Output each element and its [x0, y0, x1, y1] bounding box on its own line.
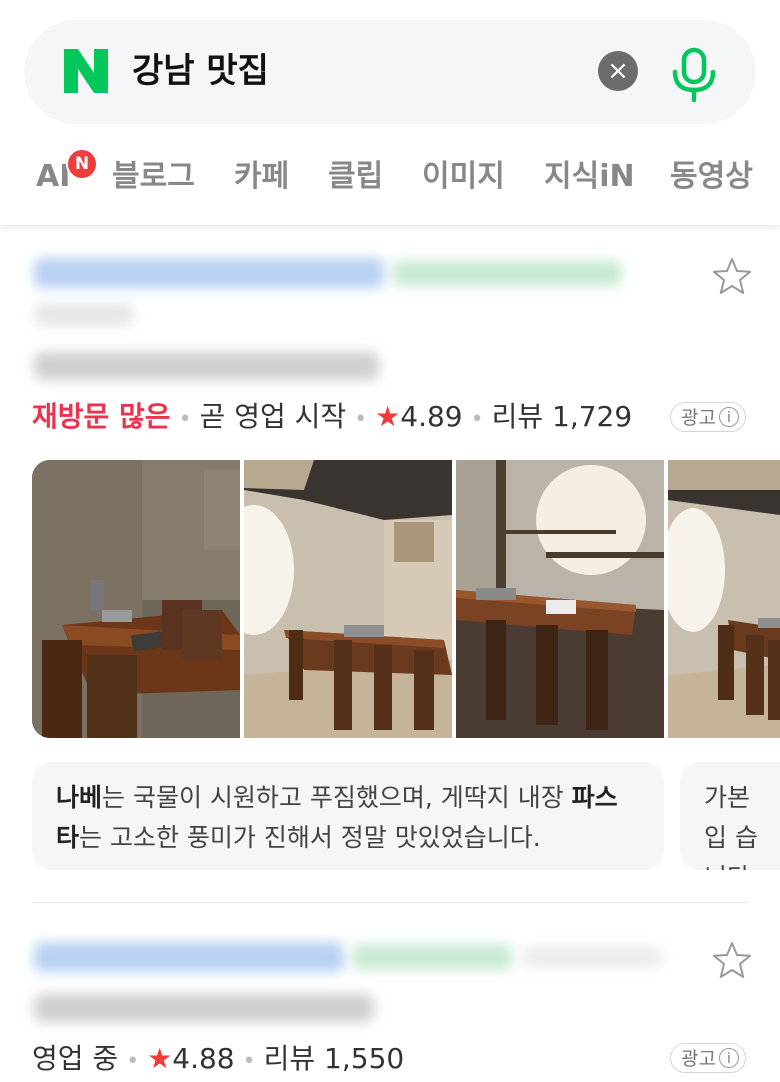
revisit-label: 재방문 많은 — [32, 400, 171, 433]
search-header: 강남 맛집 × AI N 블로그 카페 클립 이미지 지식iN 동영상 — [0, 0, 780, 225]
rating-star-icon: ★ — [375, 400, 401, 433]
business-status: 곧 영업 시작 — [199, 400, 347, 433]
restaurant-photo-1[interactable] — [32, 460, 240, 738]
info-icon: i — [719, 407, 739, 427]
review-count: 1,729 — [552, 400, 633, 433]
place-address-blurred — [34, 994, 374, 1022]
restaurant-photo-3[interactable] — [456, 460, 664, 738]
snippet-text-1: 는 국물이 시원하고 푸짐했으며, 게딱지 내장 — [102, 783, 572, 812]
business-status: 영업 중 — [32, 1042, 119, 1075]
place-tags-blurred — [352, 944, 512, 970]
tab-kin[interactable]: 지식iN — [544, 157, 635, 197]
rating-value: 4.89 — [400, 400, 463, 433]
tab-clip[interactable]: 클립 — [328, 157, 383, 197]
review-label: 리뷰 — [491, 400, 544, 433]
place-category-blurred — [34, 304, 134, 326]
ad-label: 광고 — [681, 1048, 716, 1070]
tab-cafe[interactable]: 카페 — [234, 157, 289, 197]
snippet-text-3: 가본 입 습니다 — [704, 783, 758, 870]
place-title-blurred[interactable] — [34, 258, 384, 288]
place-address-blurred — [34, 352, 379, 380]
snippet-keyword-1: 나베 — [56, 783, 103, 812]
place-category-blurred — [522, 946, 662, 968]
place-meta-row: 영업 중 • ★4.88 • 리뷰 1,550 — [32, 1042, 405, 1075]
review-count: 1,550 — [324, 1042, 405, 1075]
restaurant-photo-4[interactable] — [668, 460, 780, 738]
ad-label: 광고 — [681, 407, 716, 429]
result-divider — [32, 902, 748, 903]
info-icon: i — [719, 1048, 739, 1068]
review-label: 리뷰 — [263, 1042, 316, 1075]
search-input[interactable]: 강남 맛집 — [132, 47, 269, 95]
microphone-icon[interactable] — [664, 44, 724, 104]
tab-blog[interactable]: 블로그 — [112, 157, 195, 197]
tab-video[interactable]: 동영상 — [670, 157, 753, 197]
review-snippet-1[interactable]: 나베는 국물이 시원하고 푸짐했으며, 게딱지 내장 파스타는 고소한 풍미가 … — [32, 762, 664, 870]
snippet-text-2: 는 고소한 풍미가 진해서 정말 맛있었습니다. — [79, 823, 541, 852]
naver-logo-icon[interactable] — [64, 49, 108, 93]
bookmark-star-icon[interactable] — [712, 256, 752, 296]
ad-badge[interactable]: 광고 i — [670, 402, 746, 432]
rating-value: 4.88 — [172, 1042, 235, 1075]
search-bar[interactable]: 강남 맛집 × — [24, 20, 756, 124]
bookmark-star-icon[interactable] — [712, 940, 752, 980]
clear-icon[interactable]: × — [598, 51, 638, 91]
place-title-blurred[interactable] — [34, 942, 344, 972]
review-snippet-2[interactable]: 가본 입 습니다 — [680, 762, 780, 870]
photo-carousel[interactable] — [32, 460, 780, 738]
search-tabs: AI N 블로그 카페 클립 이미지 지식iN 동영상 — [0, 145, 780, 211]
restaurant-photo-2[interactable] — [244, 460, 452, 738]
ai-new-badge: N — [66, 148, 98, 180]
place-meta-row: 재방문 많은 • 곧 영업 시작 • ★4.89 • 리뷰 1,729 — [32, 400, 633, 433]
place-tags-blurred — [392, 260, 622, 286]
ad-badge[interactable]: 광고 i — [670, 1043, 746, 1073]
rating-star-icon: ★ — [147, 1042, 173, 1075]
tab-image[interactable]: 이미지 — [422, 157, 505, 197]
